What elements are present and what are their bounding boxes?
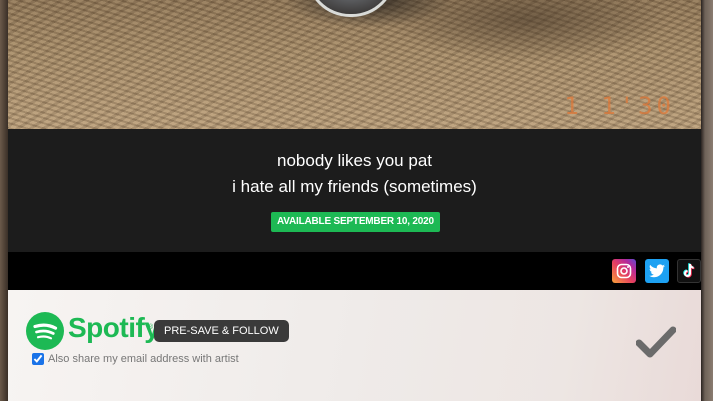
trademark-mark: ® <box>148 324 154 331</box>
release-title: i hate all my friends (sometimes) <box>232 177 477 196</box>
social-bar <box>8 252 701 290</box>
presave-follow-button[interactable]: PRE-SAVE & FOLLOW <box>154 320 289 342</box>
presave-panel: Spotify ® PRE-SAVE & FOLLOW Also share m… <box>8 290 701 401</box>
artist-name: nobody likes you pat <box>277 151 432 170</box>
release-card: 1 1'30 nobody likes you pat i hate all m… <box>8 0 701 401</box>
spotify-logo-icon <box>26 312 64 350</box>
tiktok-icon[interactable] <box>677 259 701 283</box>
share-email-option[interactable]: Also share my email address with artist <box>32 353 239 365</box>
cover-photo: 1 1'30 <box>8 0 701 129</box>
spotify-wordmark: Spotify <box>68 312 160 343</box>
twitter-icon[interactable] <box>645 259 669 283</box>
share-email-checkbox[interactable] <box>32 353 44 365</box>
checkmark-icon[interactable] <box>635 324 677 360</box>
share-email-label: Also share my email address with artist <box>48 353 239 365</box>
bicycle-wheel <box>306 0 396 17</box>
release-info: nobody likes you pat i hate all my frien… <box>8 129 701 252</box>
photo-datestamp: 1 1'30 <box>564 92 675 120</box>
availability-badge: AVAILABLE SEPTEMBER 10, 2020 <box>271 212 440 232</box>
instagram-icon[interactable] <box>612 259 636 283</box>
